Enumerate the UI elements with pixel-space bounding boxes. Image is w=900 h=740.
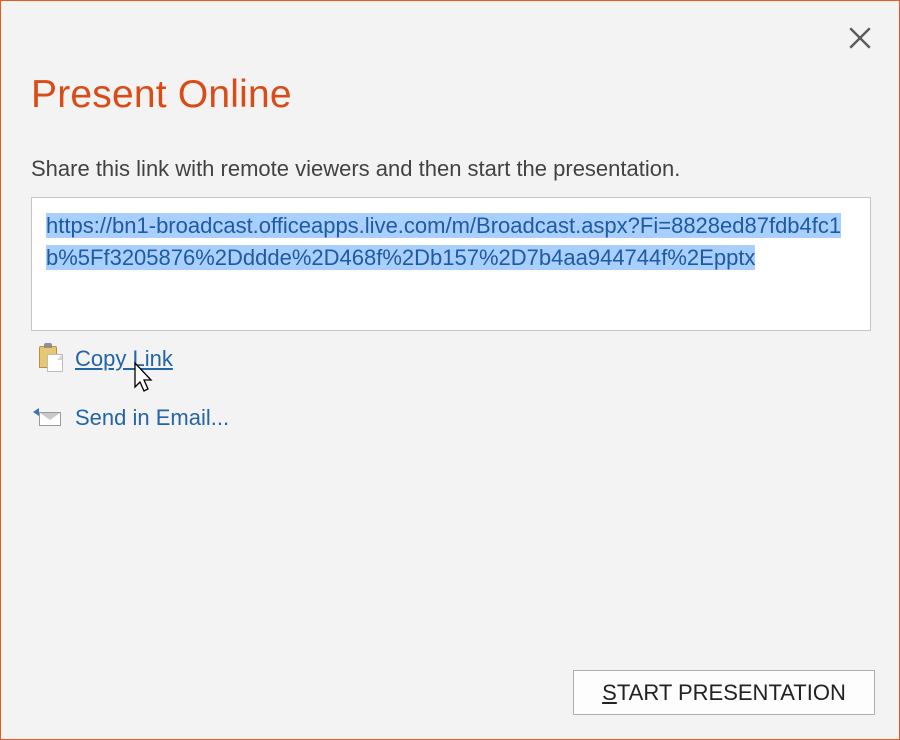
start-button-mnemonic: S <box>602 680 617 705</box>
copy-link-button[interactable]: Copy Link <box>39 346 173 372</box>
share-link-value: https://bn1-broadcast.officeapps.live.co… <box>46 213 841 270</box>
dialog-title: Present Online <box>31 73 292 117</box>
clipboard-icon <box>39 346 63 372</box>
start-presentation-button[interactable]: START PRESENTATION <box>573 670 875 715</box>
start-button-rest: TART PRESENTATION <box>617 680 846 705</box>
share-link-textbox[interactable]: https://bn1-broadcast.officeapps.live.co… <box>31 197 871 331</box>
send-email-button[interactable]: Send in Email... <box>39 405 229 431</box>
instruction-text: Share this link with remote viewers and … <box>31 156 680 182</box>
send-email-label: Send in Email... <box>75 405 229 431</box>
close-button[interactable] <box>845 23 875 53</box>
email-icon <box>39 408 63 428</box>
close-icon <box>847 25 873 51</box>
copy-link-label: Copy Link <box>75 346 173 372</box>
